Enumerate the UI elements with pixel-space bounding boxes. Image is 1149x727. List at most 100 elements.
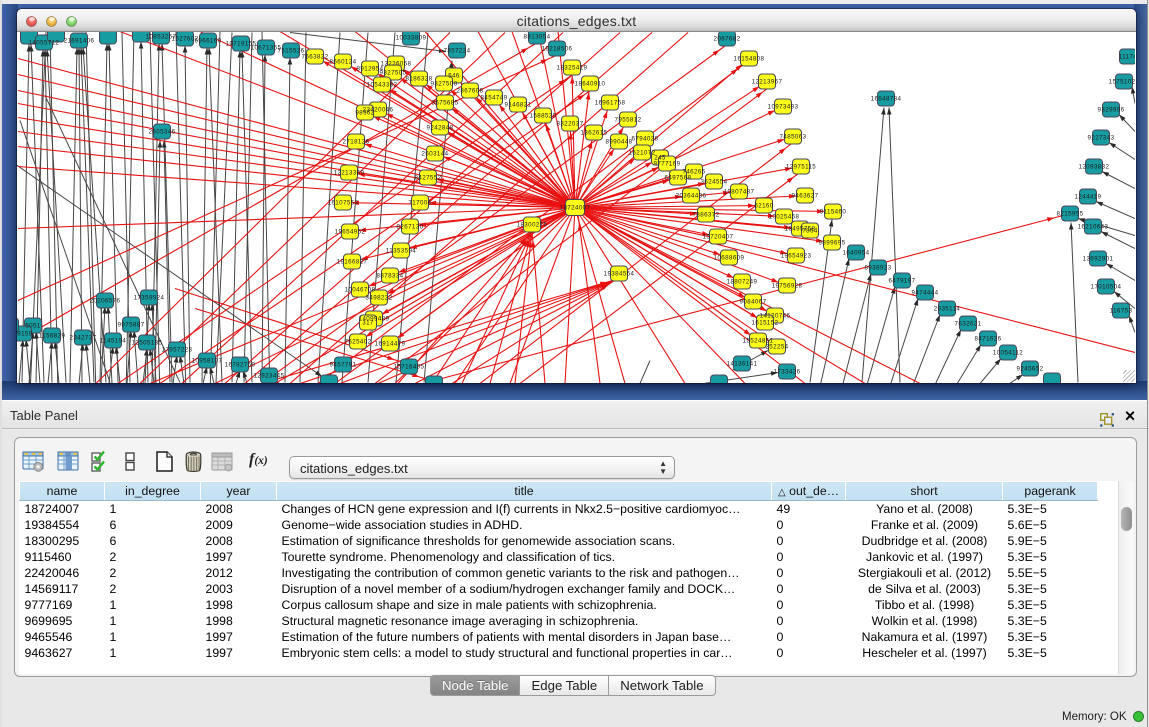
svg-text:2718126: 2718126 (343, 138, 370, 145)
svg-text:12213967: 12213967 (752, 78, 783, 85)
svg-text:1156829: 1156829 (39, 332, 66, 339)
svg-text:9899695: 9899695 (819, 239, 846, 246)
svg-text:3624554: 3624554 (701, 178, 728, 185)
svg-text:17359924: 17359924 (134, 294, 165, 301)
svg-text:19654952: 19654952 (335, 228, 366, 235)
svg-text:19756928: 19756928 (772, 282, 803, 289)
svg-text:546: 546 (448, 72, 460, 79)
svg-text:6497568: 6497568 (665, 174, 692, 181)
svg-text:19218506: 19218506 (542, 45, 573, 52)
svg-text:252254: 252254 (765, 343, 788, 350)
svg-text:13226058: 13226058 (381, 60, 412, 67)
svg-text:18325419: 18325419 (557, 64, 588, 71)
svg-text:9242848: 9242848 (427, 124, 454, 131)
svg-text:17010504: 17010504 (1091, 283, 1122, 290)
svg-text:16107553: 16107553 (328, 199, 359, 206)
svg-text:10033809: 10033809 (396, 34, 427, 41)
svg-text:12975115: 12975115 (786, 163, 816, 170)
svg-text:18640910: 18640910 (575, 80, 606, 87)
svg-text:3675685: 3675685 (432, 99, 459, 106)
svg-text:39159: 39159 (17, 330, 33, 337)
svg-text:17957223: 17957223 (162, 346, 193, 353)
svg-text:7515526: 7515526 (278, 47, 305, 54)
svg-text:9327508: 9327508 (431, 80, 458, 87)
svg-text:8215955: 8215955 (1057, 210, 1084, 217)
svg-text:16782759: 16782759 (225, 361, 256, 368)
svg-text:9457791: 9457791 (330, 361, 357, 368)
svg-text:10958107: 10958107 (192, 357, 223, 364)
svg-text:7625402: 7625402 (345, 338, 372, 345)
svg-text:8878334: 8878334 (377, 272, 404, 279)
svg-text:2603144: 2603144 (422, 150, 449, 157)
svg-text:9463627: 9463627 (792, 192, 819, 199)
svg-text:116753: 116753 (1110, 307, 1133, 314)
svg-text:18807249: 18807249 (727, 278, 758, 285)
svg-text:16961758: 16961758 (595, 99, 626, 106)
svg-text:21691406: 21691406 (64, 37, 95, 44)
svg-text:15751024: 15751024 (1109, 78, 1135, 85)
svg-text:1362615: 1362615 (581, 129, 608, 136)
svg-text:7663822: 7663822 (302, 53, 329, 60)
svg-text:9474444: 9474444 (912, 289, 939, 296)
svg-text:18724007: 18724007 (560, 204, 591, 211)
svg-text:9227343: 9227343 (1088, 134, 1115, 141)
svg-text:20364436: 20364436 (676, 192, 707, 199)
svg-text:12213369: 12213369 (334, 169, 365, 176)
svg-text:16648784: 16648784 (871, 95, 902, 102)
svg-text:10054112: 10054112 (993, 349, 1023, 356)
svg-text:15720407: 15720407 (703, 233, 734, 240)
svg-text:9115460: 9115460 (820, 208, 847, 215)
svg-text:6966160: 6966160 (195, 37, 222, 44)
svg-text:6794028: 6794028 (632, 135, 659, 142)
svg-text:8938923: 8938923 (865, 264, 892, 271)
svg-text:18300275: 18300275 (517, 221, 548, 228)
svg-text:14136141: 14136141 (727, 360, 758, 367)
svg-text:7955812: 7955812 (615, 116, 642, 123)
svg-text:12923445: 12923445 (254, 372, 285, 379)
svg-text:11353594: 11353594 (386, 247, 416, 254)
svg-text:7857224: 7857224 (444, 47, 471, 54)
svg-text:10543382: 10543382 (367, 81, 398, 88)
svg-text:15716485: 15716485 (394, 363, 425, 370)
svg-text:98962: 98962 (355, 109, 374, 116)
svg-text:16210643: 16210643 (1078, 223, 1109, 230)
svg-text:11174: 11174 (1119, 53, 1135, 60)
svg-text:8813054: 8813054 (524, 33, 551, 40)
svg-text:1640954: 1640954 (843, 249, 870, 256)
svg-text:1145194: 1145194 (100, 337, 127, 344)
svg-text:8990448: 8990448 (606, 138, 633, 145)
svg-text:20206576: 20206576 (90, 297, 121, 304)
svg-text:6479197: 6479197 (889, 277, 916, 284)
svg-text:1244419: 1244419 (1075, 193, 1102, 200)
svg-text:717004: 717004 (408, 199, 431, 206)
svg-text:2867608: 2867608 (457, 87, 484, 94)
svg-text:62160: 62160 (754, 202, 773, 209)
svg-text:317: 317 (362, 319, 374, 326)
svg-text:2087682: 2087682 (714, 35, 741, 42)
svg-text:7485063: 7485063 (780, 133, 807, 140)
svg-text:13692901: 13692901 (1083, 255, 1114, 262)
svg-text:9777169: 9777169 (654, 160, 681, 167)
svg-text:12505185: 12505185 (132, 339, 163, 346)
svg-text:9146821: 9146821 (505, 101, 532, 108)
svg-text:8267130: 8267130 (397, 223, 424, 230)
svg-text:9245652: 9245652 (1017, 365, 1044, 372)
svg-text:2605346: 2605346 (149, 128, 176, 135)
svg-text:1588520: 1588520 (530, 112, 557, 119)
svg-text:1621072: 1621072 (629, 149, 656, 156)
svg-text:9329996: 9329996 (1098, 106, 1125, 113)
svg-text:8186328: 8186328 (406, 75, 433, 82)
svg-text:9975887: 9975887 (118, 321, 145, 328)
svg-text:7864: 7864 (802, 227, 818, 234)
svg-text:16914479: 16914479 (375, 340, 406, 347)
svg-text:14120746: 14120746 (760, 312, 791, 319)
svg-text:10807487: 10807487 (724, 188, 755, 195)
svg-text:10025458: 10025458 (769, 213, 800, 220)
svg-text:9327505: 9327505 (380, 69, 407, 76)
svg-text:10046708: 10046708 (345, 286, 376, 293)
svg-text:2342737: 2342737 (70, 334, 97, 341)
svg-text:1733426: 1733426 (774, 368, 801, 375)
svg-text:8660124: 8660124 (330, 58, 357, 65)
svg-text:19384554: 19384554 (604, 270, 635, 277)
svg-text:12093832: 12093832 (1079, 163, 1110, 170)
